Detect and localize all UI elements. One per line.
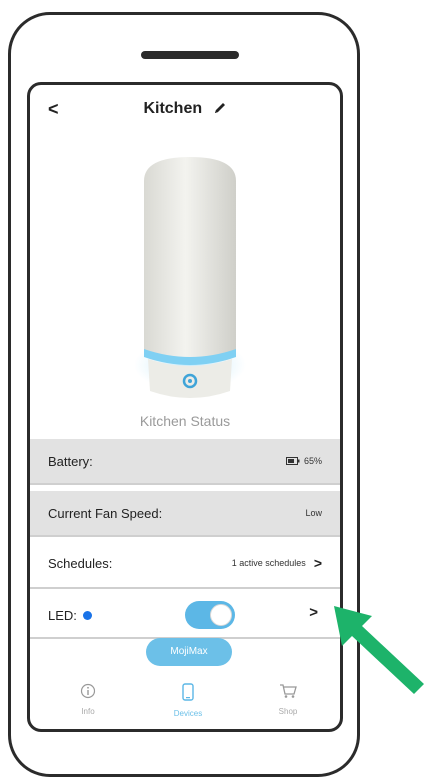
tab-shop-label: Shop: [278, 707, 298, 716]
phone-speaker: [141, 51, 239, 59]
tab-shop[interactable]: Shop: [248, 683, 328, 716]
app-screen: < Kitchen Kitchen Status Battery: 65% Cu…: [27, 82, 343, 732]
battery-value-wrap: 65%: [285, 456, 322, 466]
device-status-label: Kitchen Status: [139, 413, 231, 429]
led-label: LED:: [48, 607, 77, 623]
led-toggle[interactable]: [185, 601, 235, 629]
schedules-label: Schedules:: [48, 555, 113, 571]
title-wrap: Kitchen: [30, 100, 340, 118]
tab-devices[interactable]: Devices: [148, 683, 228, 718]
led-row: LED: >: [30, 593, 340, 637]
battery-label: Battery:: [48, 453, 93, 469]
schedules-row[interactable]: Schedules: 1 active schedules >: [30, 541, 340, 585]
schedules-chevron-icon[interactable]: >: [314, 555, 322, 571]
page-title: Kitchen: [143, 100, 203, 117]
battery-value: 65%: [303, 456, 322, 466]
pencil-icon[interactable]: [213, 101, 227, 115]
tab-devices-label: Devices: [173, 709, 203, 718]
fan-speed-row: Current Fan Speed: Low: [30, 491, 340, 535]
led-chevron-icon[interactable]: >: [309, 604, 318, 621]
divider: [30, 483, 340, 485]
fan-speed-value: Low: [305, 508, 322, 518]
fan-speed-label: Current Fan Speed:: [48, 505, 163, 521]
led-color-dot: [82, 610, 92, 620]
battery-row: Battery: 65%: [30, 439, 340, 483]
tab-info[interactable]: Info: [48, 683, 128, 716]
info-icon: [80, 683, 96, 699]
mojimax-button[interactable]: MojiMax: [146, 638, 232, 666]
bottom-tab-bar: Info Devices Shop: [30, 675, 340, 729]
tab-info-label: Info: [81, 707, 95, 716]
divider: [30, 535, 340, 537]
green-arrow-icon: [334, 606, 424, 694]
phone-frame: < Kitchen Kitchen Status Battery: 65% Cu…: [8, 12, 360, 777]
diffuser-device-image: [134, 157, 246, 398]
schedules-value: 1 active schedules: [231, 558, 306, 568]
header: < Kitchen: [30, 85, 340, 135]
battery-icon: [285, 457, 300, 465]
toggle-knob: [210, 604, 232, 626]
divider: [30, 587, 340, 589]
cart-icon: [280, 684, 297, 698]
device-icon: [182, 683, 194, 701]
